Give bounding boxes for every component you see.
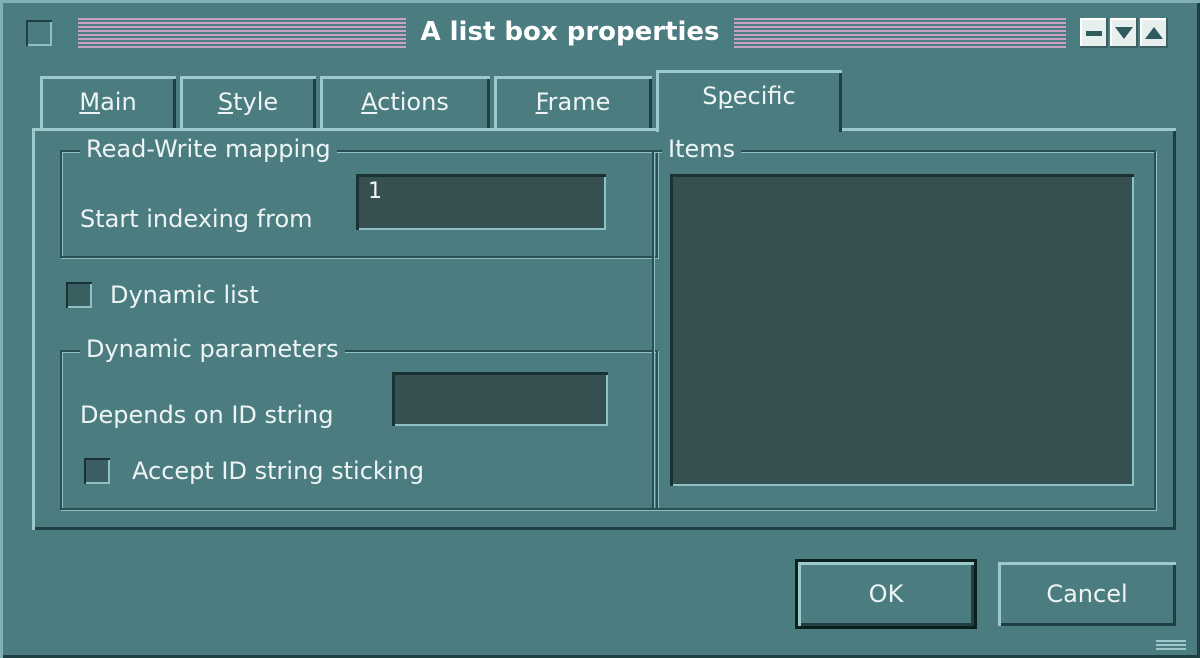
read-write-mapping-group: Read-Write mapping Start indexing from 1 <box>60 134 658 258</box>
accept-id-sticking-checkbox[interactable] <box>84 458 110 484</box>
dynamic-parameters-group: Dynamic parameters Depends on ID string … <box>60 334 658 510</box>
minimize-button[interactable] <box>1080 18 1108 48</box>
minus-icon <box>1086 30 1102 36</box>
window-title: A list box properties <box>420 17 720 47</box>
window-menu-button[interactable] <box>26 20 52 46</box>
triangle-down-icon <box>1115 27 1133 39</box>
tab-frame[interactable]: Frame <box>494 76 652 128</box>
dynamic-list-label: Dynamic list <box>110 281 259 309</box>
dynamic-list-checkbox[interactable] <box>66 282 92 308</box>
dynamic-parameters-label: Dynamic parameters <box>80 334 345 364</box>
tab-specific[interactable]: Specific <box>656 70 842 132</box>
ok-button[interactable]: OK <box>795 559 977 629</box>
depends-on-id-input[interactable] <box>392 372 608 426</box>
read-write-mapping-label: Read-Write mapping <box>80 134 337 164</box>
tab-style[interactable]: Style <box>180 76 316 128</box>
depends-on-id-label: Depends on ID string <box>80 401 334 429</box>
maximize-button[interactable] <box>1140 18 1168 48</box>
accept-id-sticking-label: Accept ID string sticking <box>132 457 424 485</box>
lower-button[interactable] <box>1110 18 1138 48</box>
items-group: Items <box>652 134 1156 510</box>
items-listbox[interactable] <box>670 174 1134 486</box>
resize-grip-icon[interactable] <box>1156 640 1186 652</box>
start-indexing-label: Start indexing from <box>80 205 313 233</box>
tab-main[interactable]: Main <box>40 76 176 128</box>
tab-actions[interactable]: Actions <box>320 76 490 128</box>
start-indexing-input[interactable]: 1 <box>356 174 606 230</box>
triangle-up-icon <box>1145 27 1163 39</box>
title-stripes-right <box>734 18 1066 48</box>
cancel-button[interactable]: Cancel <box>998 562 1176 626</box>
tab-panel-specific: Read-Write mapping Start indexing from 1… <box>32 128 1176 530</box>
dialog-window: A list box properties Main Style Actions… <box>0 0 1200 658</box>
title-stripes-left <box>78 18 406 48</box>
items-label: Items <box>662 134 742 164</box>
